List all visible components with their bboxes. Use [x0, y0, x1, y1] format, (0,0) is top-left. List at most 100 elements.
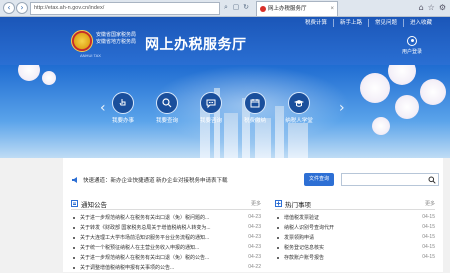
magnolia-flower — [388, 65, 416, 85]
hot-item[interactable]: 税务登记信息核实 04-15 — [275, 243, 435, 253]
dept-line-2: 安徽省地方税务局 — [96, 38, 137, 45]
back-button[interactable]: ‹ — [3, 2, 15, 14]
announcements-header: 通知公告 更多 — [71, 198, 261, 210]
hot-items-section: 热门事项 更多 增值税发票验证 04-15 纳税人识别号查询代开 04-15 发票领… — [275, 198, 435, 263]
building-7 — [288, 123, 308, 158]
service-payment[interactable]: 税费缴纳 — [235, 92, 275, 124]
bullet-icon — [277, 257, 279, 259]
tab-title: 网上办税服务厅 — [268, 6, 307, 12]
home-icon[interactable]: ⌂ — [419, 2, 424, 14]
user-login[interactable]: 用户登录 — [397, 36, 427, 55]
hot-icon — [275, 200, 282, 207]
hot-item-date: 04-15 — [422, 224, 435, 230]
bullet-icon — [277, 247, 279, 249]
announcement-text: 关于调整增值税纳税申报有关事项的公告... — [80, 265, 175, 271]
service-label: 纳税人学堂 — [285, 118, 313, 124]
service-query[interactable]: 我要查询 — [147, 92, 187, 124]
announcements-section: 通知公告 更多 关于进一步规范纳税人在税务有关出口退（免）税问题的... 04-2… — [71, 198, 261, 273]
lock-icon[interactable]: ▢ — [232, 2, 240, 13]
announcement-item[interactable]: 关于进一步规范纳税人在税务有关出口退（免）税的公告... 04-23 — [71, 253, 261, 263]
magnolia-flower — [420, 79, 446, 105]
announcement-text: 关于大连理工大学市场前沿知识服务平台业务流程的通知... — [80, 235, 210, 241]
hot-item[interactable]: 纳税人识别号查询代开 04-15 — [275, 223, 435, 233]
site-header: 税费计算 新手上路 常见问题 进入收藏 安徽省国家税务局 安徽省地方税务局 AN… — [0, 17, 450, 65]
announcement-item[interactable]: 关于大连理工大学市场前沿知识服务平台业务流程的通知... 04-23 — [71, 233, 261, 243]
hot-item[interactable]: 发票领购申请 04-15 — [275, 233, 435, 243]
magnolia-flower — [360, 73, 390, 103]
announcement-text: 关于进一步规范纳税人在税务有关出口退（免）税问题的... — [80, 215, 210, 221]
chat-icon — [200, 92, 222, 114]
hot-item-date: 04-15 — [422, 234, 435, 240]
announcement-date: 04-23 — [248, 214, 261, 220]
hot-item[interactable]: 存款账户账号报告 04-15 — [275, 253, 435, 263]
service-taxpayer-school[interactable]: 纳税人学堂 — [279, 92, 319, 124]
top-link-newbie[interactable]: 新手上路 — [332, 19, 368, 27]
star-icon[interactable]: ☆ — [428, 2, 435, 14]
bullet-icon — [73, 227, 75, 229]
announcement-date: 04-23 — [248, 254, 261, 260]
announcement-date: 04-23 — [248, 244, 261, 250]
service-label: 我要查询 — [155, 118, 178, 124]
announcement-date: 04-23 — [248, 224, 261, 230]
bullet-icon — [73, 257, 75, 259]
magnolia-flower — [372, 117, 390, 135]
hot-items-more-link[interactable]: 更多 — [425, 200, 435, 207]
announcement-item[interactable]: 关于统一个税预征纳税人在主营业务收入申报的通知... 04-23 — [71, 243, 261, 253]
announcement-text: 关于进一步规范纳税人在税务有关出口退（免）税的公告... — [80, 255, 210, 261]
browser-toolbar: ‹ › http://etax.ah-n.gov.cn/index/ ⌕ ▢ ↻… — [0, 0, 450, 17]
service-do-business[interactable]: 我要办事 — [103, 92, 143, 124]
department-names: 安徽省国家税务局 安徽省地方税务局 — [96, 32, 144, 45]
building-5 — [255, 118, 271, 158]
quick-channel-bar: 快速通道：新办企业快捷通道 新办企业对接税务申请表下载 文件查询 — [71, 173, 441, 187]
hot-items-header: 热门事项 更多 — [275, 198, 435, 210]
gear-icon[interactable]: ⚙ — [439, 2, 446, 14]
hero-banner: ‹ › 我要办事 我要查询 我要咨询 税费缴纳 纳税人学堂 — [0, 65, 450, 158]
touch-icon — [112, 92, 134, 114]
bullet-icon — [277, 217, 279, 219]
dept-english: ANHUI TAX — [80, 53, 101, 58]
announcement-text: 关于转发《财政部 国家税务总局关于增值税纳税人转变为... — [80, 225, 211, 231]
magnolia-flower — [395, 95, 419, 119]
top-link-calc[interactable]: 税费计算 — [299, 19, 333, 27]
announcement-item[interactable]: 关于进一步规范纳税人在税务有关出口退（免）税问题的... 04-23 — [71, 213, 261, 223]
address-bar[interactable]: http://etax.ah-n.gov.cn/index/ — [30, 2, 220, 15]
top-link-faq[interactable]: 常见问题 — [367, 19, 403, 27]
bullet-icon — [73, 247, 75, 249]
hot-items-title: 热门事项 — [285, 202, 311, 209]
top-link-favorite[interactable]: 进入收藏 — [402, 19, 438, 27]
refresh-icon[interactable]: ↻ — [242, 2, 250, 13]
magnolia-flower — [18, 65, 40, 81]
service-consult[interactable]: 我要咨询 — [191, 92, 231, 124]
bullet-icon — [73, 217, 75, 219]
megaphone-icon — [72, 177, 77, 183]
main-content: 快速通道：新办企业快捷通道 新办企业对接税务申请表下载 文件查询 通知公告 更多… — [63, 158, 443, 272]
login-label: 用户登录 — [401, 49, 422, 55]
bullet-icon — [73, 267, 75, 269]
announcement-item[interactable]: 关于转发《财政部 国家税务总局关于增值税纳税人转变为... 04-23 — [71, 223, 261, 233]
close-tab-icon[interactable]: × — [330, 2, 334, 16]
forward-button[interactable]: › — [16, 2, 28, 14]
address-bar-icons: ⌕ ▢ ↻ — [222, 2, 250, 15]
announcement-date: 04-22 — [248, 264, 261, 270]
hot-item-date: 04-15 — [422, 214, 435, 220]
search-icon[interactable] — [428, 176, 436, 184]
browser-right-controls: ⌂ ☆ ⚙ — [419, 2, 446, 14]
announcements-title: 通知公告 — [81, 202, 107, 209]
hot-item-text: 增值税发票验证 — [284, 215, 320, 221]
site-title: 网上办税服务厅 — [145, 36, 247, 52]
hot-item[interactable]: 增值税发票验证 04-15 — [275, 213, 435, 223]
announcements-more-link[interactable]: 更多 — [251, 200, 261, 207]
user-icon — [407, 36, 417, 46]
search-input[interactable] — [341, 173, 439, 186]
search-icon — [156, 92, 178, 114]
browser-tab[interactable]: 网上办税服务厅 × — [256, 1, 338, 16]
bullet-icon — [73, 237, 75, 239]
hot-item-text: 纳税人识别号查询代开 — [284, 225, 335, 231]
announcement-icon — [71, 200, 78, 207]
file-query-button[interactable]: 文件查询 — [304, 173, 334, 186]
quick-channel-text[interactable]: 快速通道：新办企业快捷通道 新办企业对接税务申请表下载 — [83, 176, 228, 184]
service-label: 税费缴纳 — [243, 118, 266, 124]
search-icon[interactable]: ⌕ — [222, 2, 230, 13]
magnolia-flower — [42, 71, 56, 85]
banner-next-icon[interactable]: › — [339, 100, 345, 116]
